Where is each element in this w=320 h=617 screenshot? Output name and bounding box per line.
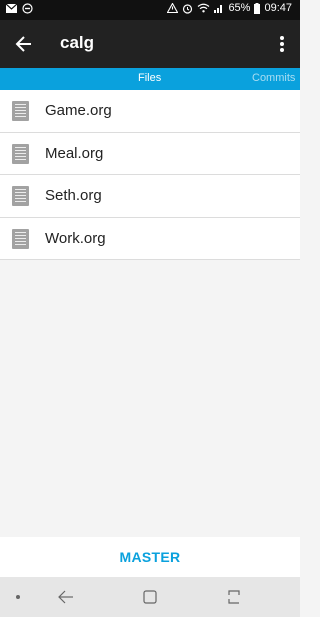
minus-circle-icon	[22, 3, 33, 14]
clock: 09:47	[264, 2, 292, 14]
branch-button[interactable]: MASTER	[0, 537, 300, 577]
tab-commits[interactable]: Commits	[252, 72, 295, 84]
document-icon	[12, 228, 29, 249]
list-item[interactable]: Meal.org	[0, 133, 300, 175]
arrow-left-icon	[15, 36, 31, 52]
page-title: calg	[60, 33, 95, 52]
nav-back-icon[interactable]	[57, 589, 75, 605]
document-icon	[12, 186, 29, 206]
battery-percent: 65%	[228, 2, 251, 14]
nav-recent-icon[interactable]	[226, 589, 242, 605]
file-name: Seth.org	[45, 187, 102, 204]
file-name: Game.org	[45, 102, 112, 119]
dot-icon	[16, 595, 20, 599]
system-nav-bar	[0, 577, 300, 617]
document-icon	[12, 101, 29, 121]
app-bar: calg	[0, 20, 300, 68]
alarm-icon	[183, 3, 193, 14]
status-left-icons	[6, 3, 33, 14]
file-name: Work.org	[45, 229, 106, 247]
status-right-icons: 65% 09:47	[167, 2, 292, 14]
overflow-menu-button[interactable]	[272, 30, 292, 58]
back-button[interactable]	[10, 30, 38, 58]
list-item[interactable]: Seth.org	[0, 175, 300, 218]
tab-files[interactable]: Files	[138, 72, 161, 84]
file-name: Meal.org	[45, 144, 104, 162]
list-item[interactable]: Game.org	[0, 90, 300, 133]
document-icon	[12, 143, 29, 164]
signal-icon	[214, 5, 223, 13]
nav-home-icon[interactable]	[143, 590, 157, 604]
mail-icon	[6, 4, 17, 13]
more-vert-icon	[280, 36, 284, 52]
wifi-icon	[198, 3, 210, 13]
file-list: Game.org Meal.org Seth.org Work.org	[0, 90, 300, 260]
bottom-bar: MASTER	[0, 537, 300, 577]
status-bar: 65% 09:47	[0, 0, 300, 20]
list-item[interactable]: Work.org	[0, 218, 300, 260]
tab-bar: Files Commits	[0, 68, 300, 90]
battery-icon	[254, 2, 261, 14]
warning-icon	[167, 3, 179, 13]
